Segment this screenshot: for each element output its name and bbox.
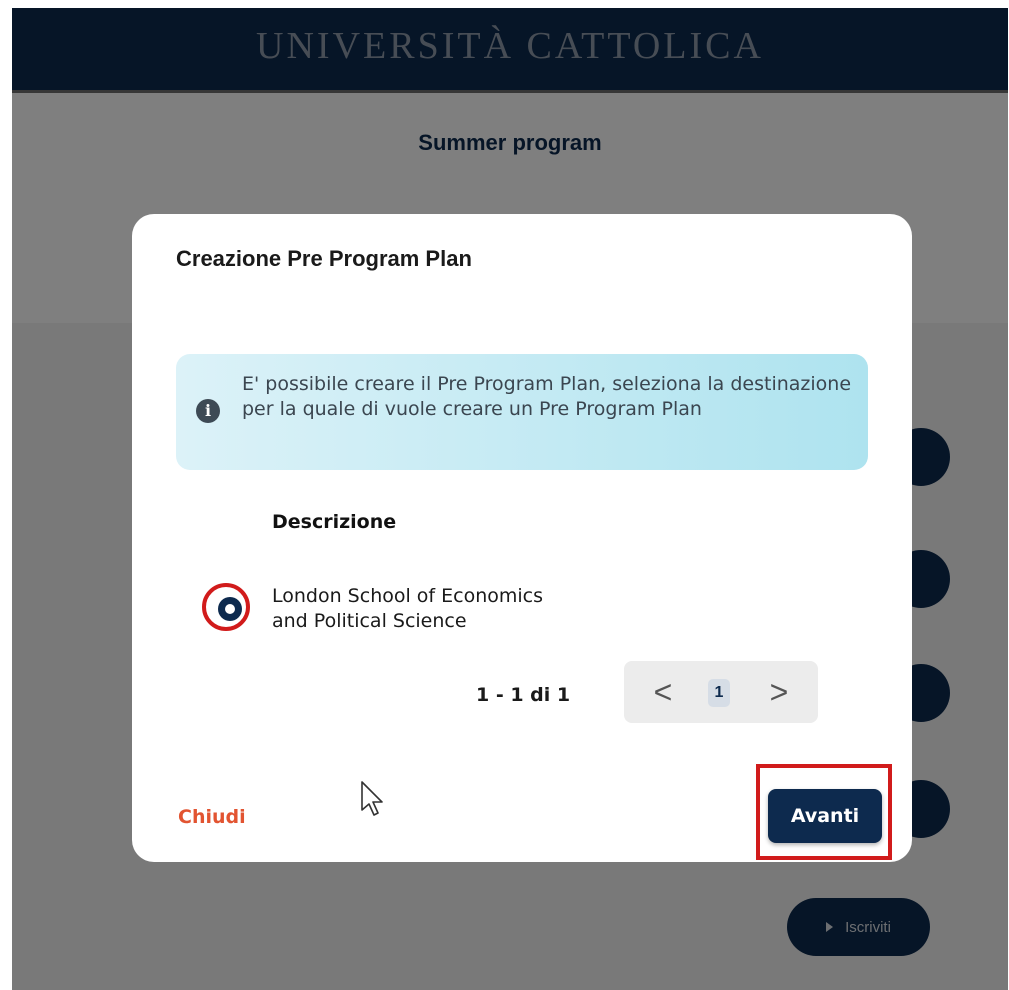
page-number-button[interactable]: 1 (708, 679, 730, 707)
dialog-title: Creazione Pre Program Plan (176, 246, 472, 271)
info-alert-text: E' possibile creare il Pre Program Plan,… (242, 373, 852, 420)
chevron-left-icon[interactable]: < (624, 661, 702, 723)
radio-selected-dot (225, 604, 235, 614)
destination-description[interactable]: London School of Economics and Political… (272, 584, 652, 634)
pagination-summary: 1 - 1 di 1 (476, 684, 571, 706)
destination-line-1: London School of Economics (272, 585, 544, 607)
destination-radio[interactable] (218, 597, 242, 621)
info-alert: i E' possibile creare il Pre Program Pla… (176, 354, 868, 470)
destination-line-2: and Political Science (272, 610, 467, 632)
mouse-pointer-icon (361, 781, 383, 816)
chevron-right-icon[interactable]: > (740, 661, 818, 723)
pagination: < 1 > (624, 661, 818, 723)
next-button[interactable]: Avanti (768, 789, 882, 843)
info-icon: i (196, 399, 220, 423)
pre-program-plan-dialog: Creazione Pre Program Plan i E' possibil… (132, 214, 912, 862)
column-header-descrizione: Descrizione (272, 511, 397, 533)
close-link[interactable]: Chiudi (178, 806, 246, 828)
